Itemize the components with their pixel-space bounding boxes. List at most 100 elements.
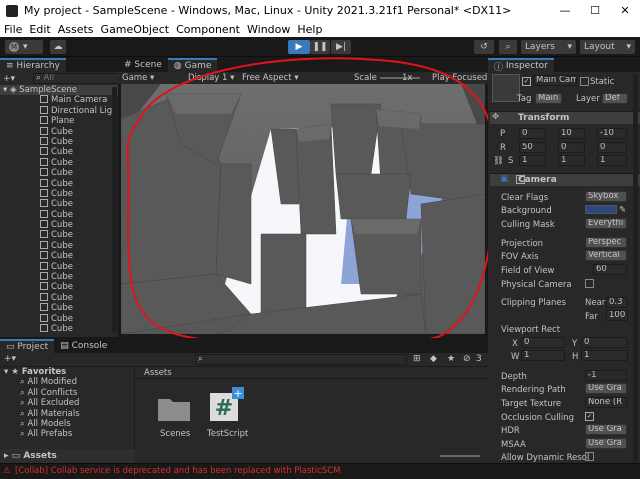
gameobject-icon — [40, 323, 48, 332]
tab-console[interactable]: ▤ Console — [54, 339, 113, 353]
menu-window[interactable]: Window — [247, 23, 290, 36]
occlusion-culling-checkbox[interactable]: ✓ — [585, 412, 594, 421]
position-label: P — [500, 129, 506, 139]
scale-x-field[interactable]: 1 — [519, 155, 546, 166]
inspector-scrollbar[interactable] — [633, 74, 638, 462]
tab-project[interactable]: ▭ Project — [0, 339, 55, 353]
viewport-x-field[interactable]: 0 — [521, 337, 565, 348]
favorites-item[interactable]: ▾ ★ Favorites — [0, 367, 134, 377]
console-icon: ▤ — [60, 341, 69, 351]
link-icon[interactable]: ⛓ — [493, 156, 504, 166]
gameobject-icon — [40, 199, 48, 208]
msaa-dropdown[interactable]: Use Gra — [585, 438, 627, 449]
eyedropper-icon[interactable]: ✎ — [619, 205, 626, 215]
account-button[interactable]: M ▾ — [5, 40, 43, 54]
allow-dynamic-resolution-checkbox[interactable] — [585, 452, 594, 461]
near-field[interactable]: 0.3 — [606, 297, 628, 308]
hierarchy-item-label: Cube — [51, 188, 73, 199]
field-of-view-field[interactable]: 60 — [593, 264, 627, 275]
svg-text:#: # — [215, 396, 233, 421]
scale-z-field[interactable]: 1 — [597, 155, 627, 166]
testscript-label: TestScript — [207, 429, 249, 439]
hierarchy-item-label: Cube — [51, 209, 73, 220]
camera-enabled-checkbox[interactable]: ✓ — [516, 175, 525, 184]
favorite-item[interactable]: ⌕ All Modified — [0, 377, 134, 387]
tag-dropdown[interactable]: Main — [535, 93, 562, 104]
menu-gameobject[interactable]: GameObject — [101, 23, 170, 36]
add-icon[interactable]: +▾ — [4, 354, 16, 364]
projection-dropdown[interactable]: Perspec — [585, 237, 627, 248]
physical-camera-checkbox[interactable] — [585, 279, 594, 288]
tag-label: Tag — [517, 94, 532, 104]
layout-dropdown[interactable]: Layout ▾ — [580, 40, 635, 54]
viewport-y-field[interactable]: 0 — [581, 337, 628, 348]
layers-dropdown[interactable]: Layers ▾ — [521, 40, 576, 54]
position-y-field[interactable]: 10 — [558, 128, 585, 139]
hierarchy-item-label: Cube — [51, 178, 73, 189]
scale-y-field[interactable]: 1 — [558, 155, 585, 166]
favorite-item[interactable]: ⌕ All Materials — [0, 409, 134, 419]
testscript-asset[interactable]: # + — [208, 387, 244, 423]
active-checkbox[interactable]: ✓ — [522, 77, 531, 86]
favorite-item[interactable]: ⌕ All Models — [0, 419, 134, 429]
cloud-icon[interactable]: ☁ — [50, 40, 66, 54]
fov-axis-dropdown[interactable]: Vertical — [585, 250, 627, 261]
menu-help[interactable]: Help — [297, 23, 322, 36]
culling-mask-dropdown[interactable]: Everythi — [585, 218, 627, 229]
filter-label-icon[interactable]: ◆ — [430, 354, 437, 364]
allow-dynamic-resolution-label: Allow Dynamic Resol — [501, 453, 590, 463]
layout-label: Layout — [584, 42, 615, 52]
static-checkbox[interactable] — [580, 77, 589, 86]
clear-flags-dropdown[interactable]: Skybox — [585, 191, 627, 202]
projection-label: Projection — [501, 239, 544, 249]
project-search-input[interactable]: ⌕ — [195, 354, 407, 365]
hidden-packages-icon[interactable]: ⊘ — [463, 354, 471, 364]
info-icon: ⓘ — [494, 62, 504, 73]
background-color-swatch[interactable] — [585, 205, 617, 214]
rotation-x-field[interactable]: 50 — [519, 142, 546, 153]
object-name-field[interactable]: Main Cam — [533, 75, 577, 86]
position-x-field[interactable]: 0 — [519, 128, 546, 139]
target-texture-field[interactable]: None (R — [585, 397, 627, 408]
viewport-h-field[interactable]: 1 — [581, 350, 628, 361]
layers-label: Layers — [525, 42, 555, 52]
favorite-item[interactable]: ⌕ All Prefabs — [0, 429, 134, 439]
position-z-field[interactable]: -10 — [597, 128, 627, 139]
hierarchy-item-label: Plane — [51, 116, 75, 127]
menu-file[interactable]: File — [4, 23, 22, 36]
asset-breadcrumb[interactable]: Assets — [136, 367, 488, 379]
tab-hierarchy[interactable]: ≡ Hierarchy — [0, 58, 66, 72]
tab-inspector[interactable]: ⓘ Inspector — [488, 58, 554, 73]
rotation-z-field[interactable]: 0 — [597, 142, 627, 153]
viewport-y-label: Y — [572, 339, 578, 349]
scenes-folder[interactable] — [156, 393, 192, 423]
assets-root-item[interactable]: ▸ ▭ Assets — [0, 449, 135, 463]
camera-header[interactable]: Camera — [490, 173, 640, 186]
add-icon[interactable]: +▾ — [3, 74, 15, 84]
status-message[interactable]: [Collab] Collab service is deprecated an… — [15, 466, 340, 476]
viewport-h-label: H — [572, 352, 579, 362]
favorite-item[interactable]: ⌕ All Excluded — [0, 398, 134, 408]
viewport-w-field[interactable]: 1 — [521, 350, 565, 361]
transform-header[interactable]: Transform — [490, 111, 640, 124]
menu-component[interactable]: Component — [176, 23, 240, 36]
menu-assets[interactable]: Assets — [58, 23, 94, 36]
hdr-dropdown[interactable]: Use Gra — [585, 424, 627, 435]
far-field[interactable]: 100 — [606, 310, 628, 321]
favorite-icon[interactable]: ★ — [447, 354, 455, 364]
rendering-path-dropdown[interactable]: Use Gra — [585, 383, 627, 394]
maximize-button[interactable]: ☐ — [580, 0, 610, 21]
menu-edit[interactable]: Edit — [29, 23, 50, 36]
minimize-button[interactable]: — — [550, 0, 580, 21]
background-label: Background — [501, 206, 552, 216]
close-button[interactable]: ✕ — [610, 0, 640, 21]
filter-type-icon[interactable]: ⊞ — [413, 354, 421, 364]
search-icon: ⌕ — [198, 354, 203, 364]
layer-dropdown[interactable]: Def — [602, 93, 628, 104]
rotation-y-field[interactable]: 0 — [558, 142, 585, 153]
asset-size-slider[interactable] — [440, 455, 480, 457]
depth-field[interactable]: -1 — [585, 370, 627, 381]
gameobject-icon — [40, 261, 48, 270]
favorite-item[interactable]: ⌕ All Conflicts — [0, 388, 134, 398]
hierarchy-item-label: Cube — [51, 303, 73, 314]
